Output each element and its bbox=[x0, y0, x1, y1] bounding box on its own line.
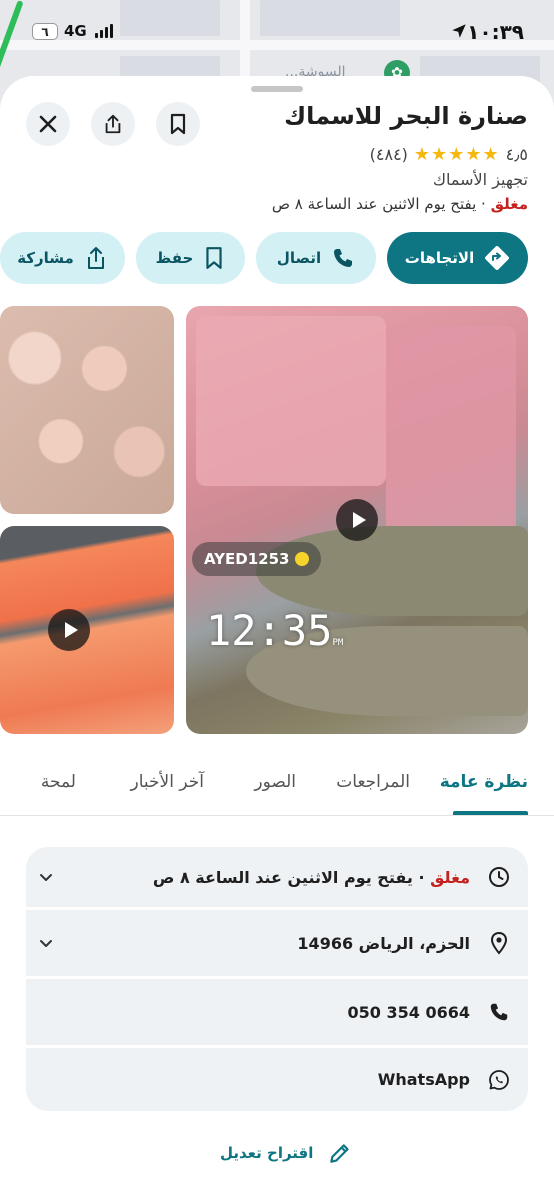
video-thumbnail-salmon[interactable] bbox=[0, 526, 174, 734]
info-card: مغلق · يفتح يوم الاثنين عند الساعة ٨ ص ا… bbox=[26, 847, 528, 1111]
phone-text: 050 354 0664 bbox=[347, 1002, 470, 1022]
tab-overview[interactable]: نظرة عامة bbox=[440, 772, 528, 792]
hours-opens: · يفتح يوم الاثنين عند الساعة ٨ ص bbox=[152, 867, 431, 887]
save-label: حفظ bbox=[155, 249, 194, 267]
bookmark-icon bbox=[206, 247, 222, 269]
call-button[interactable]: اتصال bbox=[256, 232, 376, 284]
suggest-edit-label: اقتراح تعديل bbox=[220, 1144, 314, 1162]
share-chip-button[interactable]: مشاركة bbox=[0, 232, 125, 284]
tab-updates[interactable]: آخر الأخبار bbox=[131, 772, 204, 792]
phone-row[interactable]: 050 354 0664 bbox=[26, 979, 528, 1045]
signal-icon bbox=[95, 24, 113, 38]
share-icon bbox=[87, 247, 104, 269]
play-icon[interactable] bbox=[336, 499, 378, 541]
fish-fillet-shape bbox=[386, 326, 516, 536]
rating-value: ٤٫٥ bbox=[505, 145, 528, 164]
close-button[interactable] bbox=[26, 102, 70, 146]
call-label: اتصال bbox=[276, 249, 322, 267]
clock-icon bbox=[489, 867, 509, 887]
photo-shrimp[interactable] bbox=[0, 306, 174, 514]
overlay-time-suffix: PM bbox=[332, 638, 344, 648]
play-icon[interactable] bbox=[48, 609, 90, 651]
directions-icon bbox=[485, 246, 510, 270]
share-label: مشاركة bbox=[17, 249, 74, 267]
close-icon bbox=[39, 115, 57, 133]
hours-text: مغلق · يفتح يوم الاثنين عند الساعة ٨ ص bbox=[66, 868, 470, 887]
whatsapp-text: WhatsApp bbox=[377, 1070, 470, 1089]
suggest-edit-button[interactable]: اقتراح تعديل bbox=[220, 1140, 353, 1166]
phone-icon bbox=[334, 249, 353, 267]
status-time: ١٠:٣٩ bbox=[467, 20, 524, 44]
directions-button[interactable]: الاتجاهات bbox=[387, 232, 528, 284]
snapchat-username-tag: AYED1253 bbox=[192, 542, 322, 576]
place-title: صنارة البحر للاسماك bbox=[284, 102, 528, 130]
tab-about[interactable]: لمحة bbox=[41, 772, 76, 792]
overlay-time-value: 12:35 bbox=[206, 606, 333, 655]
place-sheet: صنارة البحر للاسماك ٤٫٥ ★★★★★ (٤٨٤) تجهي… bbox=[0, 76, 554, 1200]
tab-photos[interactable]: الصور bbox=[254, 772, 296, 792]
phone-icon bbox=[490, 1003, 508, 1021]
whatsapp-row[interactable]: WhatsApp bbox=[26, 1048, 528, 1111]
pencil-icon bbox=[330, 1144, 350, 1163]
tab-bar: نظرة عامة المراجعات الصور آخر الأخبار لم… bbox=[0, 752, 554, 816]
place-category: تجهيز الأسماك bbox=[432, 170, 528, 189]
video-overlay-time: 12:35PM bbox=[206, 606, 343, 655]
watermark-user: AYED1253 bbox=[204, 550, 290, 568]
directions-label: الاتجاهات bbox=[404, 249, 475, 267]
network-type: 4G bbox=[64, 22, 87, 40]
share-icon bbox=[105, 114, 121, 134]
rating-stars-icon: ★★★★★ bbox=[413, 144, 500, 165]
location-pin-icon bbox=[490, 931, 508, 955]
fish-fillet-shape bbox=[196, 316, 386, 486]
status-opens: · يفتح يوم الاثنين عند الساعة ٨ ص bbox=[271, 195, 491, 213]
hours-summary: مغلق · يفتح يوم الاثنين عند الساعة ٨ ص bbox=[272, 195, 528, 213]
address-row[interactable]: الحزم، الرياض 14966 bbox=[26, 910, 528, 976]
status-bar: ٦ 4G ١٠:٣٩ bbox=[0, 0, 554, 62]
tab-reviews[interactable]: المراجعات bbox=[336, 772, 410, 792]
chevron-down-icon[interactable] bbox=[38, 869, 54, 885]
status-closed: مغلق bbox=[490, 195, 528, 213]
video-thumbnail-fish[interactable]: AYED1253 12:35PM bbox=[186, 306, 528, 734]
sheet-drag-handle[interactable] bbox=[251, 86, 303, 92]
location-arrow-icon bbox=[452, 24, 466, 38]
address-text: الحزم، الرياض 14966 bbox=[297, 933, 470, 953]
review-count: (٤٨٤) bbox=[369, 145, 408, 164]
snap-badge-icon bbox=[295, 552, 310, 566]
rating-row[interactable]: ٤٫٥ ★★★★★ (٤٨٤) bbox=[370, 144, 528, 165]
save-button[interactable]: حفظ bbox=[136, 232, 245, 284]
share-button[interactable] bbox=[91, 102, 135, 146]
hours-closed: مغلق bbox=[430, 867, 470, 887]
active-tab-indicator bbox=[453, 811, 528, 815]
battery-icon: ٦ bbox=[32, 23, 58, 40]
whatsapp-icon bbox=[489, 1069, 509, 1090]
action-chips: الاتجاهات اتصال حفظ مشاركة bbox=[0, 232, 554, 284]
chevron-down-icon[interactable] bbox=[38, 935, 54, 951]
save-icon-button[interactable] bbox=[156, 102, 200, 146]
hours-row[interactable]: مغلق · يفتح يوم الاثنين عند الساعة ٨ ص bbox=[26, 847, 528, 907]
bookmark-icon bbox=[170, 113, 186, 135]
